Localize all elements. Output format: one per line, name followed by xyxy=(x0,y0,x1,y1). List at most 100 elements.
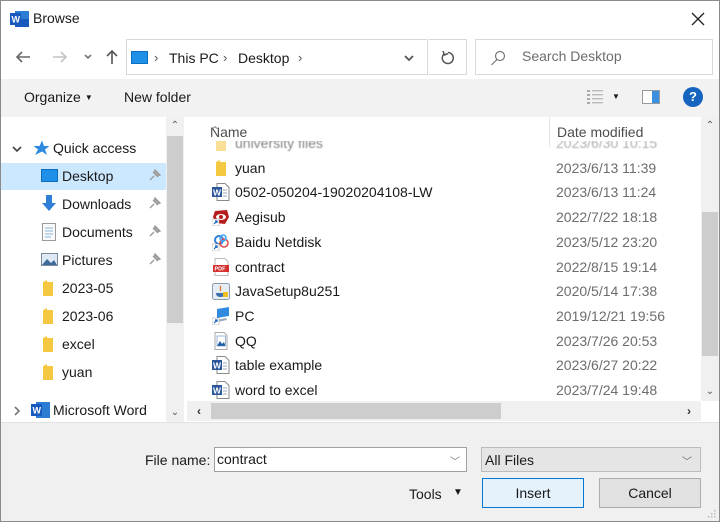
up-button[interactable] xyxy=(102,47,122,67)
scrollbar-thumb[interactable] xyxy=(702,212,718,356)
breadcrumb-desktop[interactable]: Desktop xyxy=(238,50,289,66)
file-list-horizontal-scrollbar[interactable]: ‹ › xyxy=(187,401,701,421)
close-button[interactable] xyxy=(683,5,713,33)
pc-shortcut-icon xyxy=(211,306,230,326)
scroll-right-icon[interactable]: › xyxy=(679,401,699,421)
change-view-dropdown[interactable]: ▼ xyxy=(612,92,620,101)
arrow-left-icon xyxy=(15,51,30,63)
file-name: JavaSetup8u251 xyxy=(235,283,341,300)
address-bar[interactable]: › This PC › Desktop › xyxy=(126,39,428,75)
file-row[interactable]: Baidu Netdisk 2023/5/12 23:20 xyxy=(187,230,701,254)
file-row[interactable]: yuan 2023/6/13 11:39 xyxy=(187,156,701,180)
chevron-right-icon: › xyxy=(223,50,228,65)
dialog-footer: File name: ﹀ All Files ﹀ Tools ▼ Insert … xyxy=(1,422,719,521)
sidebar-item-label: 2023-06 xyxy=(62,308,114,324)
recent-locations-button[interactable] xyxy=(78,47,98,67)
search-box[interactable] xyxy=(475,39,713,75)
file-name: QQ xyxy=(235,332,257,349)
chevron-right-icon: › xyxy=(154,50,159,65)
file-row[interactable]: Aegisub 2022/7/22 18:18 xyxy=(187,205,701,229)
svg-text:W: W xyxy=(213,361,222,371)
view-details-icon[interactable] xyxy=(587,90,603,104)
back-button[interactable] xyxy=(13,47,33,67)
scroll-down-icon[interactable]: ⌄ xyxy=(701,383,719,401)
word-doc-icon: W xyxy=(212,381,230,399)
preview-pane-icon[interactable] xyxy=(642,90,660,104)
scroll-up-icon[interactable]: ⌃ xyxy=(701,117,719,135)
help-icon[interactable]: ? xyxy=(683,87,703,107)
word-doc-icon: W xyxy=(212,356,230,375)
sidebar-item-pictures[interactable]: Pictures xyxy=(1,247,166,274)
command-bar: Organize ▼ New folder ▼ ? xyxy=(1,79,719,117)
word-icon: W xyxy=(31,402,50,418)
file-row[interactable]: Wtable example 2023/6/27 20:22 xyxy=(187,353,701,377)
file-list-vertical-scrollbar[interactable]: ⌃ ⌄ xyxy=(701,117,719,401)
insert-button[interactable]: Insert xyxy=(482,478,584,508)
scroll-up-icon[interactable]: ⌃ xyxy=(166,117,184,135)
navigation-pane-scrollbar[interactable]: ⌃ ⌄ xyxy=(166,117,184,422)
new-folder-button[interactable]: New folder xyxy=(124,89,191,105)
sidebar-item-downloads[interactable]: Downloads xyxy=(1,191,166,218)
chevron-down-icon[interactable] xyxy=(11,143,23,155)
file-row[interactable]: Wword to excel 2023/7/24 19:48 xyxy=(187,378,701,401)
pin-icon[interactable] xyxy=(149,169,161,181)
file-row[interactable]: PDF contract 2022/8/15 19:14 xyxy=(187,255,701,279)
address-dropdown-button[interactable] xyxy=(403,50,415,66)
scrollbar-thumb[interactable] xyxy=(211,403,501,419)
browse-dialog: W Browse › This PC › Desktop › Search De… xyxy=(0,0,720,522)
sidebar-item-desktop[interactable]: Desktop xyxy=(1,163,166,190)
cancel-button[interactable]: Cancel xyxy=(599,478,701,508)
sidebar-item-documents[interactable]: Documents xyxy=(1,219,166,246)
sidebar-item-2023-06[interactable]: 2023-06 xyxy=(1,303,166,330)
sidebar-item-excel[interactable]: excel xyxy=(1,331,166,358)
file-date-modified: 2023/5/12 23:20 xyxy=(556,233,658,250)
chevron-down-icon[interactable]: ﹀ xyxy=(450,453,460,468)
pin-icon[interactable] xyxy=(149,197,161,209)
chevron-right-icon[interactable]: › xyxy=(298,50,302,65)
file-row[interactable]: QQ 2023/7/26 20:53 xyxy=(187,329,701,353)
pin-icon[interactable] xyxy=(149,253,161,265)
scroll-down-icon[interactable]: ⌄ xyxy=(166,404,184,422)
refresh-button[interactable] xyxy=(429,39,467,75)
caret-down-icon[interactable]: ▼ xyxy=(453,487,463,498)
sidebar-item-yuan[interactable]: yuan xyxy=(1,359,166,386)
sidebar-item-label: Desktop xyxy=(62,168,114,184)
navigation-pane: Quick access Desktop Downloads Documents… xyxy=(1,117,185,422)
arrow-up-icon xyxy=(106,49,118,64)
sidebar-item-label: Pictures xyxy=(62,252,113,268)
file-date-modified: 2023/6/27 20:22 xyxy=(556,357,658,374)
documents-icon xyxy=(42,223,56,241)
this-pc-icon xyxy=(131,51,148,64)
file-date-modified: 2022/8/15 19:14 xyxy=(556,258,658,275)
pictures-icon xyxy=(41,253,58,266)
file-row[interactable]: PC 2019/12/21 19:56 xyxy=(187,304,701,328)
file-date-modified: 2022/7/22 18:18 xyxy=(556,209,658,226)
chevron-right-icon[interactable] xyxy=(11,405,23,417)
file-name-input[interactable] xyxy=(217,451,437,467)
file-name: word to excel xyxy=(235,382,318,398)
file-type-select[interactable]: All Files ﹀ xyxy=(481,447,701,472)
pin-icon[interactable] xyxy=(149,225,161,237)
file-date-modified: 2023/7/24 19:48 xyxy=(556,382,658,398)
file-name: contract xyxy=(235,258,285,275)
scrollbar-thumb[interactable] xyxy=(167,136,183,323)
sidebar-item-quick-access[interactable]: Quick access xyxy=(1,135,166,162)
organize-button[interactable]: Organize ▼ xyxy=(24,89,93,105)
refresh-icon xyxy=(441,50,454,65)
file-row[interactable]: W 0502-050204-19020204108-LW 2023/6/13 11:… xyxy=(187,180,701,204)
breadcrumb-this-pc[interactable]: This PC xyxy=(169,50,219,66)
forward-button[interactable] xyxy=(50,47,70,67)
resize-grip-icon[interactable] xyxy=(706,508,716,518)
pdf-icon: PDF xyxy=(212,257,230,276)
sidebar-item-microsoft-word[interactable]: W Microsoft Word xyxy=(1,397,166,422)
sidebar-item-2023-05[interactable]: 2023-05 xyxy=(1,275,166,302)
tools-button[interactable]: Tools xyxy=(409,486,442,502)
scroll-left-icon[interactable]: ‹ xyxy=(189,401,209,421)
column-header-label: Date modified xyxy=(557,124,644,140)
folder-icon xyxy=(43,336,53,352)
sidebar-item-label: Microsoft Word xyxy=(53,402,147,418)
file-row[interactable]: JavaSetup8u251 2020/5/14 17:38 xyxy=(187,279,701,303)
search-input[interactable] xyxy=(522,48,702,64)
file-type-value: All Files xyxy=(485,452,535,468)
file-name-combobox[interactable]: ﹀ xyxy=(214,447,467,472)
